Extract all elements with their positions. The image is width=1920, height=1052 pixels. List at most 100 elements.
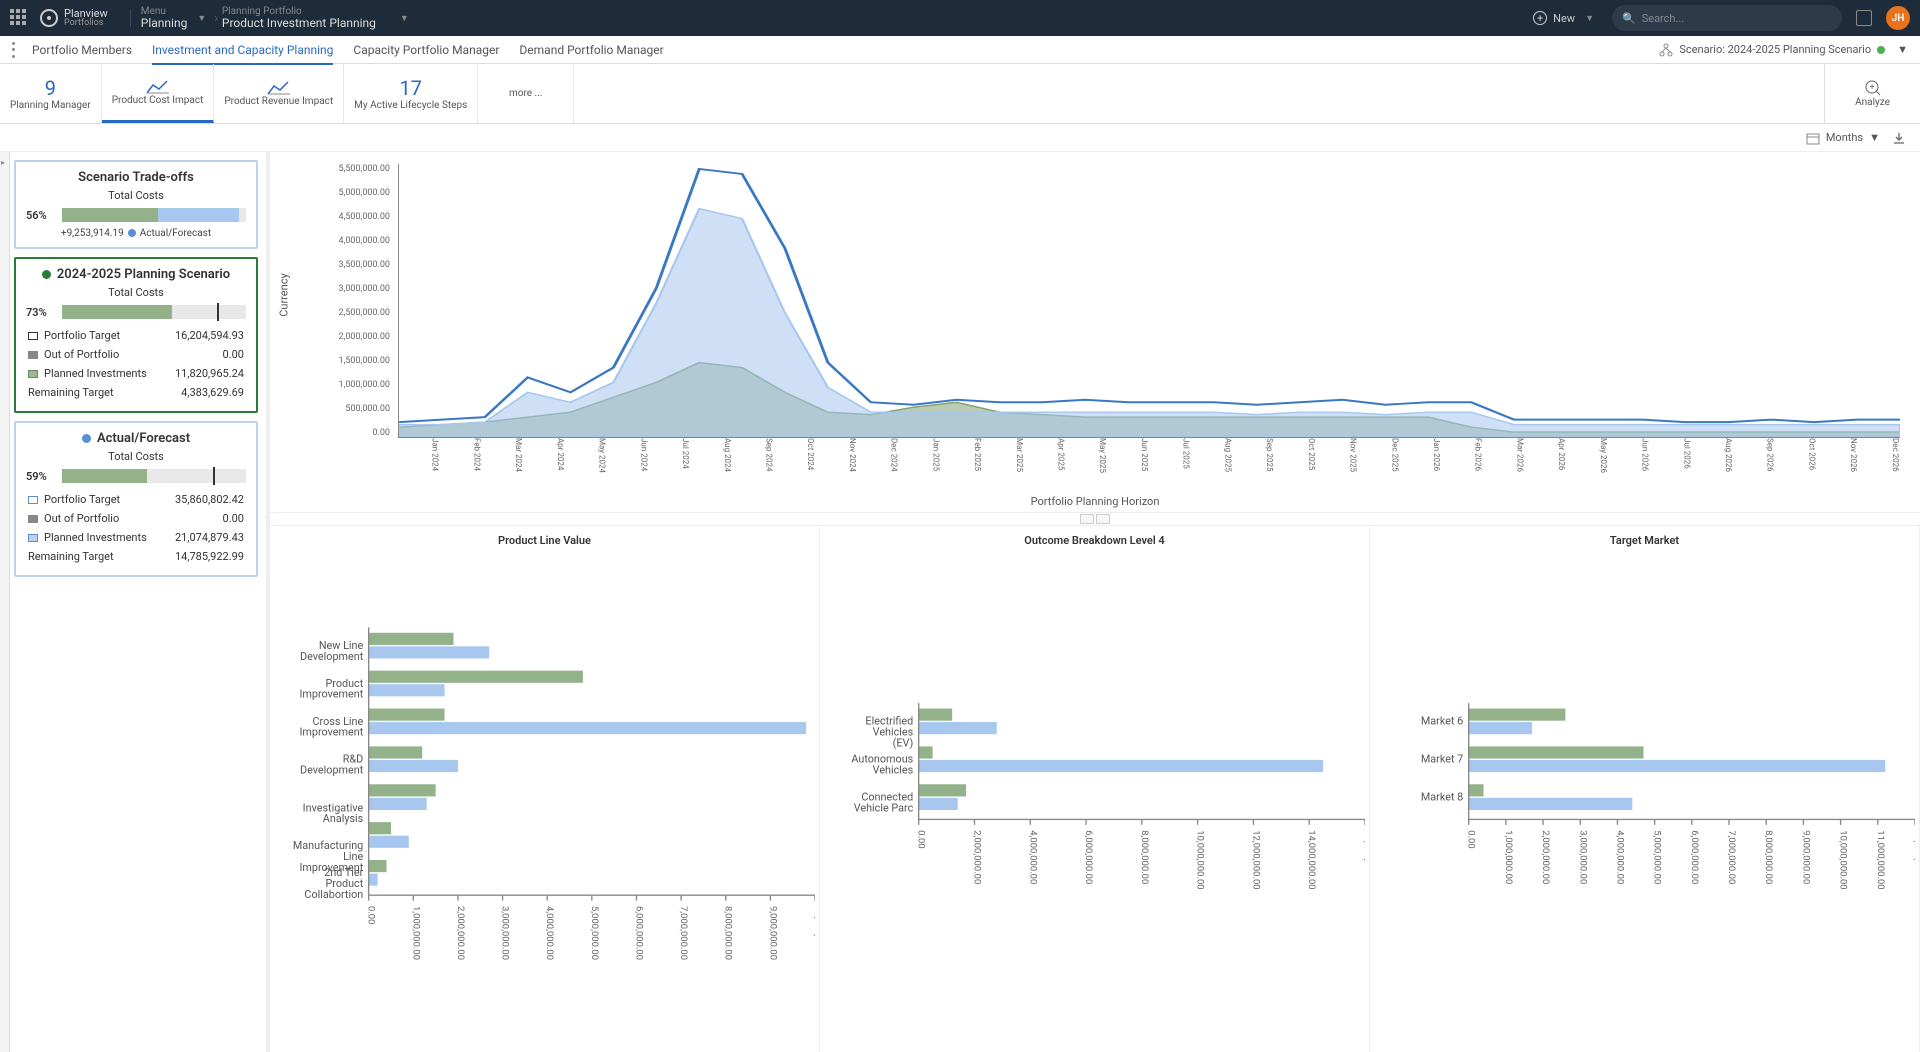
svg-text:0.00: 0.00 <box>916 830 927 848</box>
analyze-tile[interactable]: + Analyze <box>1824 64 1920 123</box>
svg-text:6,000,000.00: 6,000,000.00 <box>1083 830 1094 884</box>
scenario-cards-panel: Scenario Trade-offsTotal Costs56%+9,253,… <box>10 152 266 1052</box>
svg-text:5,000,000.00: 5,000,000.00 <box>1652 830 1663 884</box>
svg-text:12,000,000.00: 12,000,000.00 <box>1912 830 1915 889</box>
chart-title: Outcome Breakdown Level 4 <box>824 534 1365 547</box>
subnav-tab[interactable]: Investment and Capacity Planning <box>152 37 333 65</box>
download-icon[interactable] <box>1892 131 1906 145</box>
svg-text:InvestigativeAnalysis: InvestigativeAnalysis <box>303 801 364 825</box>
new-button[interactable]: + New ▼ <box>1533 11 1598 25</box>
scenario-icon <box>1659 43 1673 57</box>
analyze-plus-icon: + <box>1864 79 1882 97</box>
brand-sub: Portfolios <box>64 19 108 28</box>
svg-text:8,000,000.00: 8,000,000.00 <box>1763 830 1774 884</box>
chevron-down-icon: ▼ <box>400 13 409 24</box>
svg-text:8,000,000.00: 8,000,000.00 <box>723 906 734 960</box>
menu-planning[interactable]: Menu Planning ▼ <box>141 6 210 30</box>
calendar-icon <box>1806 131 1820 145</box>
ribbon-tile[interactable]: 17My Active Lifecycle Steps <box>344 64 478 123</box>
small-chart: Target Market Market 6 Market 7 Market 8 0.0… <box>1370 526 1920 1052</box>
svg-text:16,000,000.00: 16,000,000.00 <box>1362 830 1365 889</box>
svg-text:1,000,000.00: 1,000,000.00 <box>1503 830 1514 884</box>
svg-text:Market 8: Market 8 <box>1421 791 1463 804</box>
chart-icon <box>266 80 292 96</box>
svg-text:ConnectedVehicle Parc: ConnectedVehicle Parc <box>854 791 914 815</box>
subnav-tab[interactable]: Demand Portfolio Manager <box>519 37 663 63</box>
time-granularity-select[interactable]: Months ▼ <box>1806 131 1880 145</box>
svg-text:7,000,000.00: 7,000,000.00 <box>678 906 689 960</box>
svg-text:3,000,000.00: 3,000,000.00 <box>500 906 511 960</box>
chevron-down-icon: ▼ <box>1585 13 1594 24</box>
svg-text:10,000,000.00: 10,000,000.00 <box>1195 830 1206 889</box>
search-input[interactable]: 🔍 Search... <box>1612 5 1842 31</box>
brand[interactable]: Planview Portfolios <box>40 8 108 28</box>
svg-text:6,000,000.00: 6,000,000.00 <box>1689 830 1700 884</box>
svg-text:7,000,000.00: 7,000,000.00 <box>1726 830 1737 884</box>
search-icon: 🔍 <box>1622 12 1636 25</box>
tile-bar: 9Planning ManagerProduct Cost ImpactProd… <box>0 64 1920 124</box>
svg-text:0.00: 0.00 <box>1466 830 1477 848</box>
svg-text:9,000,000.00: 9,000,000.00 <box>1800 830 1811 884</box>
svg-text:Market 7: Market 7 <box>1421 753 1463 766</box>
svg-text:12,000,000.00: 12,000,000.00 <box>1250 830 1261 889</box>
svg-text:4,000,000.00: 4,000,000.00 <box>1614 830 1625 884</box>
avatar[interactable]: JH <box>1886 6 1910 30</box>
svg-text:3,000,000.00: 3,000,000.00 <box>1577 830 1588 884</box>
svg-text:ProductImprovement: ProductImprovement <box>299 677 363 701</box>
subnav-tab[interactable]: Capacity Portfolio Manager <box>353 37 499 63</box>
svg-text:1,000,000.00: 1,000,000.00 <box>410 906 421 960</box>
book-icon[interactable] <box>1856 10 1872 26</box>
svg-text:2,000,000.00: 2,000,000.00 <box>1540 830 1551 884</box>
ribbon-tile[interactable]: more ... <box>478 64 574 123</box>
svg-text:11,000,000.00: 11,000,000.00 <box>1875 830 1886 889</box>
chart-toolbar: Months ▼ <box>0 124 1920 152</box>
chart-splitter[interactable] <box>270 512 1920 526</box>
svg-text:Market 6: Market 6 <box>1421 715 1463 728</box>
x-axis-label: Portfolio Planning Horizon <box>1031 495 1160 508</box>
svg-text:New LineDevelopment: New LineDevelopment <box>300 639 364 663</box>
chevron-right-icon: › <box>214 11 218 25</box>
svg-text:2,000,000.00: 2,000,000.00 <box>455 906 466 960</box>
ribbon-tile[interactable]: 9Planning Manager <box>0 64 102 123</box>
chart-title: Target Market <box>1374 534 1915 547</box>
sidebar-expand-handle[interactable] <box>0 152 10 1052</box>
svg-text:AutonomousVehicles: AutonomousVehicles <box>851 753 913 777</box>
apps-grid-icon[interactable] <box>10 9 28 27</box>
chart-title: Product Line Value <box>274 534 815 547</box>
scenario-card[interactable]: 2024-2025 Planning ScenarioTotal Costs73… <box>14 257 258 413</box>
small-chart: Outcome Breakdown Level 4 ElectrifiedVehi… <box>820 526 1370 1052</box>
svg-text:8,000,000.00: 8,000,000.00 <box>1139 830 1150 884</box>
svg-text:14,000,000.00: 14,000,000.00 <box>1306 830 1317 889</box>
chart-icon <box>145 79 171 95</box>
svg-text:10,000,000.00: 10,000,000.00 <box>1838 830 1849 889</box>
svg-text:4,000,000.00: 4,000,000.00 <box>544 906 555 960</box>
subnav: Portfolio Members Investment and Capacity… <box>0 36 1920 64</box>
collapse-down-icon[interactable] <box>1096 514 1110 524</box>
scenario-card[interactable]: Actual/ForecastTotal Costs59%Portfolio T… <box>14 421 258 577</box>
chevron-down-icon: ▼ <box>197 13 206 24</box>
svg-text:ElectrifiedVehicles(EV): ElectrifiedVehicles(EV) <box>865 715 913 750</box>
subnav-tab[interactable]: Portfolio Members <box>32 37 132 63</box>
plus-circle-icon: + <box>1533 11 1547 25</box>
svg-text:4,000,000.00: 4,000,000.00 <box>1027 830 1038 884</box>
svg-text:5,000,000.00: 5,000,000.00 <box>589 906 600 960</box>
breadcrumb-portfolio[interactable]: Planning Portfolio Product Investment Pl… <box>222 6 413 30</box>
svg-text:+: + <box>1869 83 1874 93</box>
main-chart: Currency 5,500,000.005,000,000.004,500,0… <box>270 152 1920 512</box>
app-topbar: Planview Portfolios Menu Planning ▼ › Pl… <box>0 0 1920 36</box>
svg-text:2,000,000.00: 2,000,000.00 <box>971 830 982 884</box>
brand-target-icon <box>40 9 58 27</box>
small-chart: Product Line Value New LineDevelopment Pro… <box>270 526 820 1052</box>
chevron-down-icon: ▼ <box>1869 131 1880 144</box>
svg-text:Cross LineImprovement: Cross LineImprovement <box>299 715 363 739</box>
svg-text:10,000,000.00: 10,000,000.00 <box>812 906 815 965</box>
drag-handle-icon[interactable] <box>12 42 16 58</box>
svg-text:R&DDevelopment: R&DDevelopment <box>300 753 364 777</box>
status-dot-icon <box>1877 46 1885 54</box>
chevron-down-icon: ▼ <box>1897 43 1908 56</box>
ribbon-tile[interactable]: Product Revenue Impact <box>214 64 344 123</box>
scenario-indicator[interactable]: Scenario: 2024-2025 Planning Scenario ▼ <box>1659 43 1908 57</box>
scenario-card[interactable]: Scenario Trade-offsTotal Costs56%+9,253,… <box>14 160 258 249</box>
collapse-up-icon[interactable] <box>1080 514 1094 524</box>
ribbon-tile[interactable]: Product Cost Impact <box>102 64 215 123</box>
